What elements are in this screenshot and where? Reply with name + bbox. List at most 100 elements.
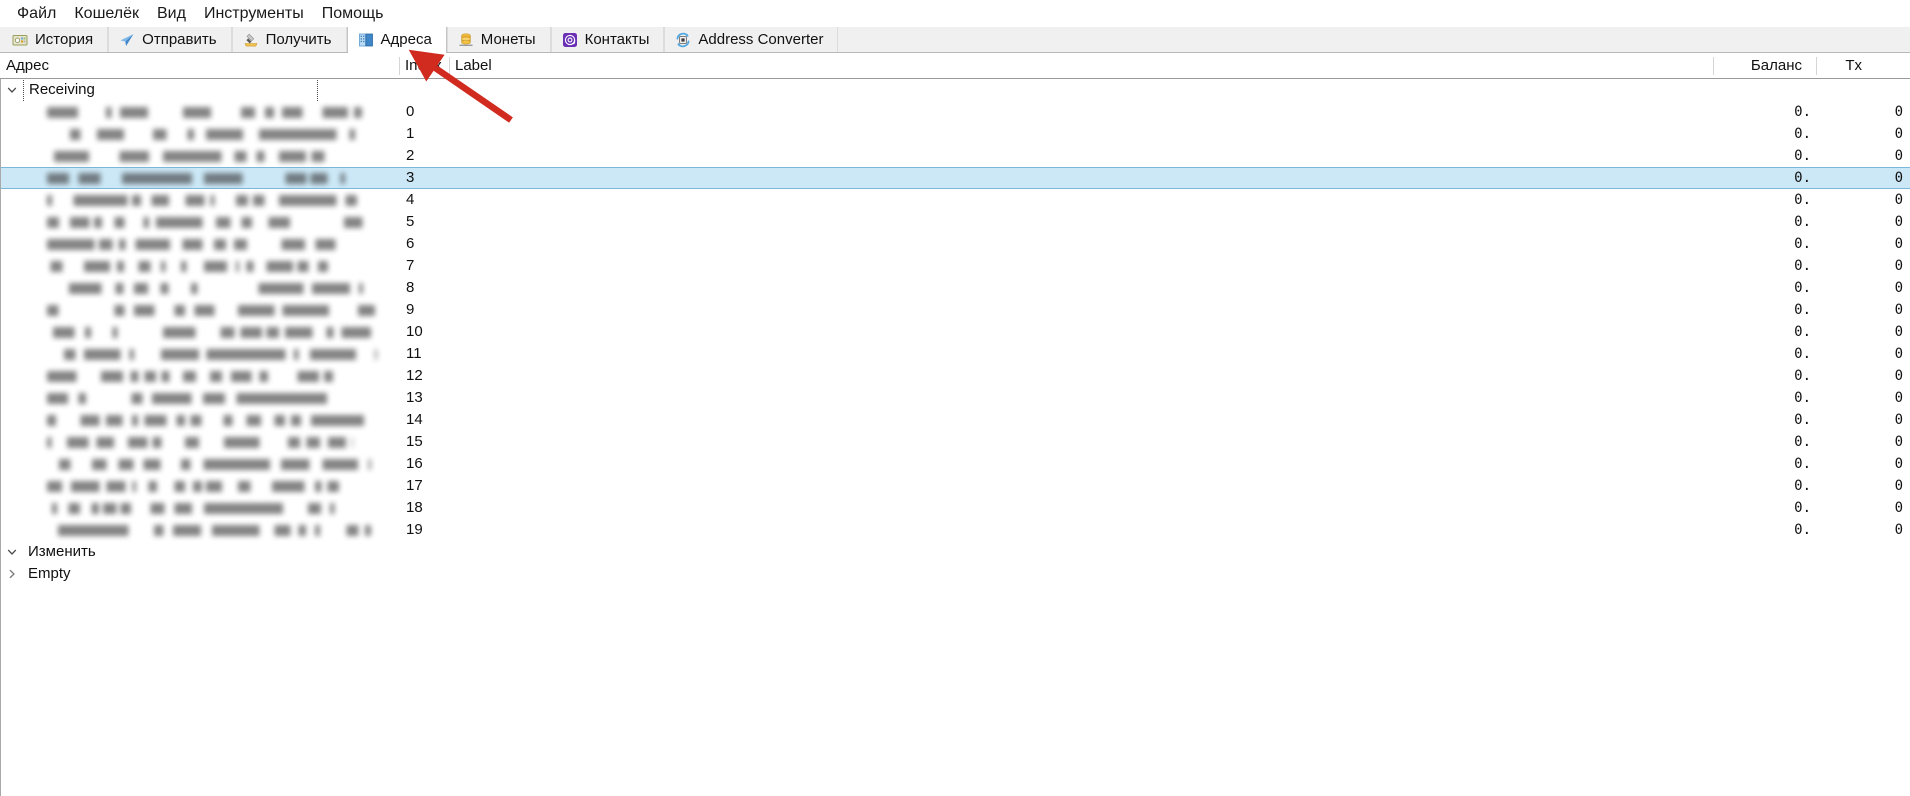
chevron-down-icon[interactable]: [1, 84, 23, 96]
addresses-icon: [358, 32, 374, 48]
table-row[interactable]: 5 0. 0: [1, 211, 1910, 233]
table-row[interactable]: 11 0. 0: [1, 343, 1910, 365]
cell-balance: 0.: [1794, 280, 1811, 296]
address-converter-icon: [675, 32, 691, 48]
menu-view[interactable]: Вид: [148, 2, 195, 26]
receiving-group-cell: Receiving: [1, 79, 400, 101]
cell-balance: 0.: [1794, 500, 1811, 516]
menu-file[interactable]: Файл: [8, 2, 65, 26]
contacts-icon: [562, 32, 578, 48]
table-row[interactable]: 7 0. 0: [1, 255, 1910, 277]
empty-node-tx: [1817, 563, 1909, 585]
table-row[interactable]: 15 0. 0: [1, 431, 1910, 453]
table-row[interactable]: 9 0. 0: [1, 299, 1910, 321]
column-header-address[interactable]: Адрес: [0, 53, 399, 79]
column-header-label[interactable]: Label: [449, 53, 1713, 79]
cell-index: 13: [406, 389, 423, 406]
cell-address: [1, 277, 400, 299]
menu-tools[interactable]: Инструменты: [195, 2, 313, 26]
receiving-group-label[interactable]: Receiving: [23, 79, 318, 101]
redacted-address: [47, 150, 359, 162]
tree-group-change[interactable]: Изменить: [1, 541, 1910, 563]
table-row[interactable]: 0 0. 0: [1, 101, 1910, 123]
cell-index: 7: [406, 257, 415, 274]
cell-index: 16: [406, 455, 423, 472]
table-row[interactable]: 3 0. 0: [1, 167, 1910, 189]
change-group-balance: [1714, 541, 1817, 563]
table-row[interactable]: 12 0. 0: [1, 365, 1910, 387]
tab-coins-label: Монеты: [480, 31, 536, 48]
column-header-tx[interactable]: Tx: [1816, 53, 1908, 79]
cell-index: 0: [406, 103, 415, 120]
history-icon: [12, 32, 28, 48]
redacted-address: [47, 348, 377, 360]
tab-address-converter[interactable]: Address Converter: [664, 27, 839, 52]
cell-index: 19: [406, 521, 423, 538]
change-group-label[interactable]: Изменить: [23, 541, 100, 563]
cell-index: 12: [406, 367, 423, 384]
redacted-address: [47, 216, 366, 228]
change-group-tx: [1817, 541, 1909, 563]
cell-index: 15: [406, 433, 423, 450]
redacted-address: [47, 414, 367, 426]
tree-group-receiving[interactable]: Receiving: [1, 79, 1910, 101]
cell-address: [1, 299, 400, 321]
cell-tx: 0: [1894, 456, 1903, 472]
tab-coins[interactable]: Монеты: [446, 27, 551, 52]
send-icon: [119, 32, 135, 48]
cell-address: [1, 519, 400, 541]
table-row[interactable]: 17 0. 0: [1, 475, 1910, 497]
cell-tx: 0: [1894, 390, 1903, 406]
tab-addresses[interactable]: Адреса: [346, 27, 447, 53]
table-row[interactable]: 4 0. 0: [1, 189, 1910, 211]
cell-tx: 0: [1894, 104, 1903, 120]
table-row[interactable]: 2 0. 0: [1, 145, 1910, 167]
change-group-index: [400, 541, 450, 563]
redacted-address: [47, 260, 328, 272]
table-row[interactable]: 1 0. 0: [1, 123, 1910, 145]
table-row[interactable]: 19 0. 0: [1, 519, 1910, 541]
cell-balance: 0.: [1794, 302, 1811, 318]
cell-tx: 0: [1894, 522, 1903, 538]
change-group-cell: Изменить: [1, 541, 400, 563]
empty-node-label[interactable]: Empty: [23, 563, 75, 585]
tab-send-label: Отправить: [142, 31, 217, 48]
table-row[interactable]: 8 0. 0: [1, 277, 1910, 299]
tree-node-empty[interactable]: Empty: [1, 563, 1910, 585]
table-row[interactable]: 6 0. 0: [1, 233, 1910, 255]
table-row[interactable]: 16 0. 0: [1, 453, 1910, 475]
redacted-address: [47, 502, 371, 514]
menu-help[interactable]: Помощь: [313, 2, 393, 26]
cell-index: 18: [406, 499, 423, 516]
redacted-address: [47, 282, 363, 294]
cell-balance: 0.: [1794, 478, 1811, 494]
table-row[interactable]: 10 0. 0: [1, 321, 1910, 343]
cell-address: [1, 101, 400, 123]
redacted-address: [47, 172, 345, 184]
menu-bar: Файл Кошелёк Вид Инструменты Помощь: [0, 0, 1910, 27]
cell-balance: 0.: [1794, 390, 1811, 406]
cell-index: 3: [406, 169, 415, 186]
tab-history[interactable]: История: [2, 27, 109, 52]
tab-send[interactable]: Отправить: [108, 27, 232, 52]
address-tree[interactable]: Receiving 0 0. 0 1 0. 0 2 0. 0 3 0. 0 4 0. 0 5 0. 0 6 0. 0 7 0…: [0, 79, 1910, 796]
menu-wallet[interactable]: Кошелёк: [65, 2, 148, 26]
cell-address: [1, 409, 400, 431]
chevron-right-icon[interactable]: [1, 568, 23, 580]
redacted-address: [47, 370, 339, 382]
table-row[interactable]: 18 0. 0: [1, 497, 1910, 519]
chevron-down-icon[interactable]: [1, 546, 23, 558]
cell-address: [1, 453, 400, 475]
receiving-group-tx: [1817, 79, 1909, 101]
redacted-address: [47, 238, 337, 250]
column-header-balance[interactable]: Баланс: [1713, 53, 1816, 79]
table-row[interactable]: 14 0. 0: [1, 409, 1910, 431]
tab-history-label: История: [35, 31, 94, 48]
cell-address: [1, 123, 400, 145]
tab-receive[interactable]: Получить: [231, 27, 347, 52]
coins-icon: [458, 32, 474, 48]
tab-contacts[interactable]: Контакты: [550, 27, 665, 52]
table-row[interactable]: 13 0. 0: [1, 387, 1910, 409]
column-header-index[interactable]: Index: [399, 53, 449, 79]
cell-index: 10: [406, 323, 423, 340]
